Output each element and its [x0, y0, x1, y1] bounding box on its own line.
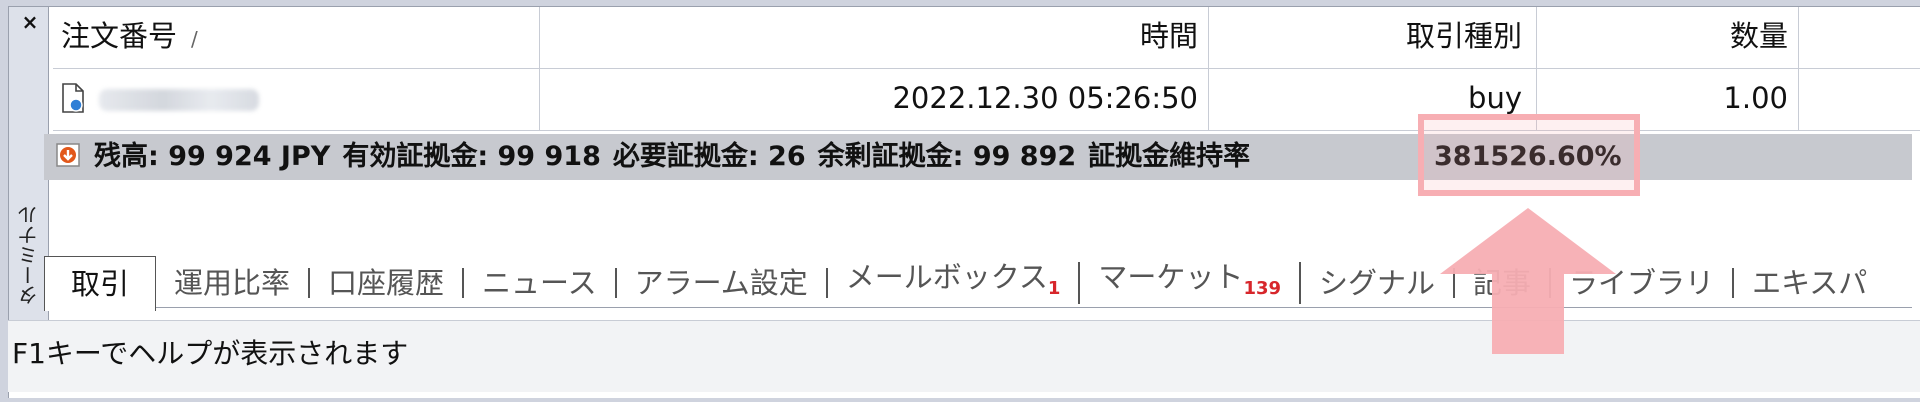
extra-cell — [1799, 69, 1920, 131]
margin-level-label: 証拠金維持率 — [1088, 141, 1251, 172]
tab-mailbox[interactable]: メールボックス1 — [828, 262, 1081, 304]
side-strip: × ターミナル — [9, 7, 49, 323]
tab-alerts[interactable]: アラーム設定 — [617, 268, 828, 298]
tab-experts[interactable]: エキスパ — [1734, 268, 1885, 298]
order-number-redacted — [99, 89, 259, 111]
close-icon[interactable]: × — [19, 11, 41, 33]
table-row[interactable]: 2022.12.30 05:26:50 buy 1.00 — [53, 69, 1920, 131]
column-header-extra — [1799, 7, 1920, 69]
time-cell: 2022.12.30 05:26:50 — [540, 69, 1209, 131]
balance-arrow-icon — [56, 142, 80, 167]
equity-text: 有効証拠金: 99 918 — [342, 141, 601, 172]
tab-market[interactable]: マーケット139 — [1080, 262, 1302, 304]
column-header-time[interactable]: 時間 — [540, 7, 1209, 69]
tab-account-history[interactable]: 口座履歴 — [310, 268, 465, 298]
order-cell — [53, 69, 540, 131]
balance-summary-row: 残高: 99 924 JPY 有効証拠金: 99 918 必要証拠金: 26 余剰証拠… — [44, 134, 1912, 180]
market-badge: 139 — [1243, 277, 1282, 299]
status-bar: F1キーでヘルプが表示されます — [8, 320, 1920, 392]
terminal-tabs: 取引 運用比率 口座履歴 ニュース アラーム設定 メールボックス1 マーケット139 シグナル… — [44, 254, 1912, 311]
tab-news[interactable]: ニュース — [464, 268, 617, 298]
free-margin-text: 余剰証拠金: 99 892 — [817, 141, 1077, 172]
status-text: F1キーでヘルプが表示されます — [12, 337, 409, 370]
tab-signals[interactable]: シグナル — [1301, 268, 1456, 298]
column-header-qty[interactable]: 数量 — [1537, 7, 1799, 69]
tab-trade[interactable]: 取引 — [44, 255, 157, 311]
tab-exposure[interactable]: 運用比率 — [156, 268, 311, 298]
margin-level-value: 381526.60% — [1434, 141, 1622, 172]
margin-text: 必要証拠金: 26 — [612, 141, 806, 172]
column-header-order[interactable]: 注文番号 / — [53, 7, 540, 69]
type-cell: buy — [1209, 69, 1537, 131]
column-header-type[interactable]: 取引種別 — [1209, 7, 1537, 69]
qty-cell: 1.00 — [1537, 69, 1799, 131]
balance-text: 残高: 99 924 JPY — [94, 141, 331, 172]
mailbox-badge: 1 — [1047, 277, 1061, 299]
callout-arrow-icon — [1440, 208, 1616, 354]
terminal-vertical-label: ターミナル — [17, 205, 41, 305]
order-document-icon — [62, 83, 84, 113]
trade-table: 注文番号 / 時間 取引種別 数量 2022.12.30 05:26:50 buy… — [53, 7, 1920, 131]
table-header-row: 注文番号 / 時間 取引種別 数量 — [53, 7, 1920, 69]
sort-indicator-icon: / — [191, 27, 198, 51]
